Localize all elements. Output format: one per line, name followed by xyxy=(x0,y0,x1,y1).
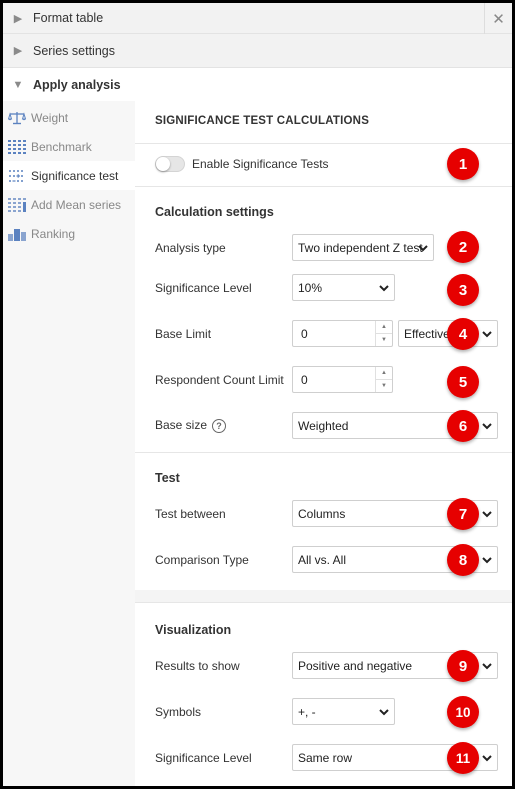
caret-right-icon: ▶ xyxy=(13,45,23,57)
results-to-show-label: Results to show xyxy=(155,659,240,673)
decrement-arrow-icon[interactable]: ▼ xyxy=(376,380,392,392)
benchmark-icon xyxy=(3,139,31,154)
accordion-label: Format table xyxy=(33,11,104,25)
sidebar-item-label: Ranking xyxy=(31,226,76,241)
callout-badge-8: 8 xyxy=(447,544,479,576)
sidebar-item-label: Add Mean series xyxy=(31,197,122,212)
calculation-settings-heading: Calculation settings xyxy=(155,205,274,219)
ranking-icon xyxy=(3,227,31,241)
callout-badge-7: 7 xyxy=(447,498,479,530)
chevron-down-icon xyxy=(379,285,389,292)
sidebar-item-label: Significance test xyxy=(31,168,119,183)
accordion-format-table[interactable]: ▶ Format table ✕ xyxy=(3,3,512,34)
significance-level-label: Significance Level xyxy=(155,281,252,295)
callout-badge-11: 11 xyxy=(447,742,479,774)
help-icon[interactable]: ? xyxy=(212,418,227,433)
visualization-heading: Visualization xyxy=(155,623,232,637)
viz-significance-level-label: Significance Level xyxy=(155,751,252,765)
test-heading: Test xyxy=(155,471,180,485)
callout-badge-4: 4 xyxy=(447,318,479,350)
callout-badge-10: 10 xyxy=(447,696,479,728)
analysis-type-select[interactable]: Two independent Z test xyxy=(292,234,434,261)
callout-badge-1: 1 xyxy=(447,148,479,180)
enable-significance-toggle[interactable] xyxy=(155,156,185,172)
caret-down-icon: ▼ xyxy=(12,78,24,91)
base-size-label-text: Base size xyxy=(155,418,208,432)
significance-test-panel: SIGNIFICANCE TEST CALCULATIONS Enable Si… xyxy=(135,101,512,786)
scale-icon xyxy=(3,111,31,125)
increment-arrow-icon[interactable]: ▲ xyxy=(376,367,392,380)
enable-significance-label: Enable Significance Tests xyxy=(192,157,329,171)
respondent-count-stepper[interactable]: 0 ▲ ▼ xyxy=(292,366,393,393)
comparison-type-label: Comparison Type xyxy=(155,553,249,567)
chevron-down-icon xyxy=(482,511,492,518)
stepper-value: 0 xyxy=(301,326,308,341)
significance-icon xyxy=(3,169,31,183)
decrement-arrow-icon[interactable]: ▼ xyxy=(376,334,392,346)
select-value: Positive and negative xyxy=(298,658,413,673)
sidebar-item-ranking[interactable]: Ranking xyxy=(3,219,135,248)
sidebar-item-add-mean-series[interactable]: Add Mean series xyxy=(3,190,135,219)
significance-level-select[interactable]: 10% xyxy=(292,274,395,301)
callout-badge-9: 9 xyxy=(447,650,479,682)
select-value: 10% xyxy=(298,280,323,295)
test-between-label: Test between xyxy=(155,507,226,521)
sidebar-item-weight[interactable]: Weight xyxy=(3,103,135,132)
base-size-label: Base size? xyxy=(155,418,227,433)
stepper-value: 0 xyxy=(301,372,308,387)
chevron-down-icon xyxy=(482,423,492,430)
select-value: All vs. All xyxy=(298,552,347,567)
respondent-count-limit-label: Respondent Count Limit xyxy=(155,373,284,387)
section-title: SIGNIFICANCE TEST CALCULATIONS xyxy=(155,115,370,127)
select-value: Two independent Z test xyxy=(298,240,423,255)
sidebar-item-significance-test[interactable]: Significance test xyxy=(3,161,135,190)
divider xyxy=(135,602,512,603)
divider xyxy=(135,143,512,144)
accordion-series-settings[interactable]: ▶ Series settings xyxy=(3,34,512,68)
select-value: Effective xyxy=(404,326,450,341)
format-panel: ▶ Format table ✕ ▶ Series settings ▼ App… xyxy=(0,0,515,789)
sidebar-item-label: Weight xyxy=(31,110,69,125)
callout-badge-6: 6 xyxy=(447,410,479,442)
increment-arrow-icon[interactable]: ▲ xyxy=(376,321,392,334)
chevron-down-icon xyxy=(418,245,428,252)
divider xyxy=(135,186,512,187)
symbols-select[interactable]: +, - xyxy=(292,698,395,725)
sidebar-item-benchmark[interactable]: Benchmark xyxy=(3,132,135,161)
analysis-sidebar: Weight Benchmark Significance test Add M… xyxy=(3,101,135,786)
close-icon[interactable]: ✕ xyxy=(484,3,512,34)
base-limit-stepper[interactable]: 0 ▲ ▼ xyxy=(292,320,393,347)
chevron-down-icon xyxy=(482,755,492,762)
chevron-down-icon xyxy=(482,331,492,338)
chevron-down-icon xyxy=(482,663,492,670)
sidebar-item-label: Benchmark xyxy=(31,139,92,154)
section-gap xyxy=(135,590,512,602)
select-value: +, - xyxy=(298,704,316,719)
mean-series-icon xyxy=(3,197,31,212)
chevron-down-icon xyxy=(482,557,492,564)
callout-badge-3: 3 xyxy=(447,274,479,306)
select-value: Same row xyxy=(298,750,353,765)
accordion-apply-analysis[interactable]: ▼ Apply analysis xyxy=(3,68,512,101)
analysis-type-label: Analysis type xyxy=(155,241,226,255)
accordion-label: Series settings xyxy=(33,43,115,58)
select-value: Columns xyxy=(298,506,346,521)
select-value: Weighted xyxy=(298,418,349,433)
callout-badge-2: 2 xyxy=(447,231,479,263)
caret-right-icon: ▶ xyxy=(13,12,23,25)
accordion-label: Apply analysis xyxy=(33,77,121,92)
symbols-label: Symbols xyxy=(155,705,202,719)
chevron-down-icon xyxy=(379,709,389,716)
divider xyxy=(135,452,512,453)
callout-badge-5: 5 xyxy=(447,366,479,398)
toggle-knob xyxy=(156,157,170,171)
base-limit-label: Base Limit xyxy=(155,327,212,341)
